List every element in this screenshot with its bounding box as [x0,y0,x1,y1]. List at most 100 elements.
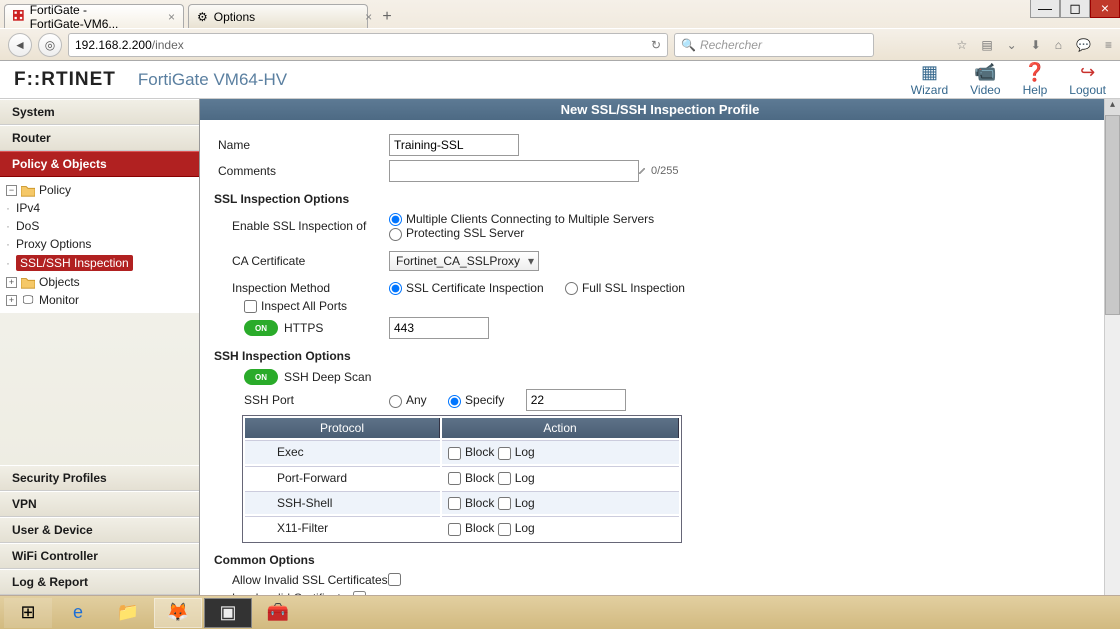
download-icon[interactable]: ⬇ [1031,38,1041,52]
sidebar-item-router[interactable]: Router [0,125,199,151]
tree-node-objects[interactable]: + Objects [6,273,199,291]
home-icon[interactable]: ⌂ [1055,38,1062,52]
tree-leaf-dos[interactable]: DoS [6,217,199,235]
tree-node-monitor[interactable]: + 🖵 Monitor [6,291,199,309]
log-invalid-checkbox[interactable] [353,591,366,595]
tab-close-icon[interactable]: × [168,10,175,24]
sidebar-item-log-report[interactable]: Log & Report [0,569,199,595]
new-tab-button[interactable]: + [376,6,398,28]
ssh-port-any[interactable]: Any [389,393,427,407]
gear-icon: ⚙ [197,10,208,24]
window-close-button[interactable]: × [1090,0,1120,18]
resize-handle-icon[interactable] [639,168,645,174]
help-button[interactable]: ❓Help [1023,62,1048,97]
col-protocol: Protocol [245,418,440,438]
start-button[interactable]: ⊞ [4,598,52,628]
browser-tab-label: Options [214,10,255,24]
browser-tab-fortigate[interactable]: FortiGate - FortiGate-VM6... × [4,4,184,28]
logout-icon: ↪ [1080,62,1095,83]
tree-expand-icon[interactable]: + [6,295,17,306]
search-icon: 🔍 [681,38,696,52]
inspect-all-ports-checkbox[interactable]: Inspect All Ports [244,299,347,313]
https-port-input[interactable] [389,317,489,339]
form-area: Name Comments 0/255 SSL Inspection Optio… [200,120,1120,595]
tree-collapse-icon[interactable]: − [6,185,17,196]
sidebar-item-policy-objects[interactable]: Policy & Objects [0,151,199,177]
ca-cert-dropdown[interactable]: Fortinet_CA_SSLProxy [389,251,539,271]
comments-input[interactable] [389,160,639,182]
log-checkbox[interactable]: Log [498,521,535,535]
browser-search-input[interactable]: 🔍 Rechercher [674,33,874,57]
taskbar-terminal[interactable]: ▣ [204,598,252,628]
header-actions: ▦Wizard 📹Video ❓Help ↪Logout [911,62,1106,97]
sidebar-item-user-device[interactable]: User & Device [0,517,199,543]
menu-icon[interactable]: ≡ [1105,38,1112,52]
video-button[interactable]: 📹Video [970,62,1000,97]
scroll-thumb[interactable] [1105,115,1120,315]
identity-button[interactable]: ◎ [38,33,62,57]
ca-cert-label: CA Certificate [214,254,389,268]
fortigate-favicon [13,10,24,24]
block-checkbox[interactable]: Block [448,496,494,510]
taskbar-toolbox[interactable]: 🧰 [254,598,302,628]
wizard-button[interactable]: ▦Wizard [911,62,948,97]
chat-icon[interactable]: 💬 [1076,38,1091,52]
browser-toolbar: ☆ ▤ ⌄ ⬇ ⌂ 💬 ≡ [957,38,1112,52]
browser-chrome: FortiGate - FortiGate-VM6... × ⚙ Options… [0,0,1120,61]
log-checkbox[interactable]: Log [498,496,535,510]
browser-tabbar: FortiGate - FortiGate-VM6... × ⚙ Options… [0,0,1120,28]
comments-counter: 0/255 [651,165,679,177]
tree-leaf-proxy-options[interactable]: Proxy Options [6,235,199,253]
table-row: X11-Filter Block Log [245,516,679,539]
enable-opt-protecting[interactable]: Protecting SSL Server [389,226,524,240]
monitor-icon: 🖵 [21,294,35,306]
tree-expand-icon[interactable]: + [6,277,17,288]
reading-list-icon[interactable]: ▤ [981,38,992,52]
table-row: Exec Block Log [245,440,679,463]
inspection-method-label: Inspection Method [214,281,389,295]
sidebar-item-wifi-controller[interactable]: WiFi Controller [0,543,199,569]
browser-tab-label: FortiGate - FortiGate-VM6... [30,3,144,31]
sidebar-item-security-profiles[interactable]: Security Profiles [0,465,199,491]
tree-leaf-ipv4[interactable]: IPv4 [6,199,199,217]
tree-node-policy[interactable]: − Policy [6,181,199,199]
method-opt-full[interactable]: Full SSL Inspection [565,281,685,295]
taskbar-explorer[interactable]: 📁 [104,598,152,628]
log-checkbox[interactable]: Log [498,445,535,459]
reload-icon[interactable]: ↻ [651,38,661,52]
ssh-protocol-table: Protocol Action Exec Block Log Port-Forw… [242,415,682,542]
url-input[interactable]: 192.168.2.200/index ↻ [68,33,668,57]
ssh-port-specify[interactable]: Specify [448,393,504,407]
log-invalid-label: Log Invalid Certificates [214,591,353,595]
content: New SSL/SSH Inspection Profile Name Comm… [200,99,1120,595]
ssh-port-input[interactable] [526,389,626,411]
tab-close-icon[interactable]: × [365,10,372,24]
window-minimize-button[interactable]: — [1030,0,1060,18]
block-checkbox[interactable]: Block [448,445,494,459]
browser-tab-options[interactable]: ⚙ Options × [188,4,368,28]
allow-invalid-checkbox[interactable] [388,573,401,586]
block-checkbox[interactable]: Block [448,521,494,535]
ssh-deep-scan-toggle[interactable]: ON [244,369,278,385]
vertical-scrollbar[interactable]: ▴ [1104,99,1120,595]
pocket-icon[interactable]: ⌄ [1007,38,1017,52]
bookmark-icon[interactable]: ☆ [957,38,968,52]
taskbar-firefox[interactable]: 🦊 [154,598,202,628]
sidebar-tree: − Policy IPv4 DoS Proxy Options SSL/SSH … [0,177,199,313]
sidebar-item-system[interactable]: System [0,99,199,125]
method-opt-cert[interactable]: SSL Certificate Inspection [389,281,544,295]
https-toggle[interactable]: ON [244,320,278,336]
taskbar-ie[interactable]: e [54,598,102,628]
video-icon: 📹 [974,62,996,83]
sidebar-item-vpn[interactable]: VPN [0,491,199,517]
logout-button[interactable]: ↪Logout [1069,62,1106,97]
log-checkbox[interactable]: Log [498,471,535,485]
name-input[interactable] [389,134,519,156]
window-maximize-button[interactable]: ◻ [1060,0,1090,18]
enable-ssl-label: Enable SSL Inspection of [214,219,389,233]
tree-leaf-ssl-ssh-inspection[interactable]: SSL/SSH Inspection [6,253,199,273]
enable-opt-multiple[interactable]: Multiple Clients Connecting to Multiple … [389,212,654,226]
browser-back-button[interactable]: ◄ [8,33,32,57]
scroll-up-icon[interactable]: ▴ [1105,99,1120,115]
block-checkbox[interactable]: Block [448,471,494,485]
